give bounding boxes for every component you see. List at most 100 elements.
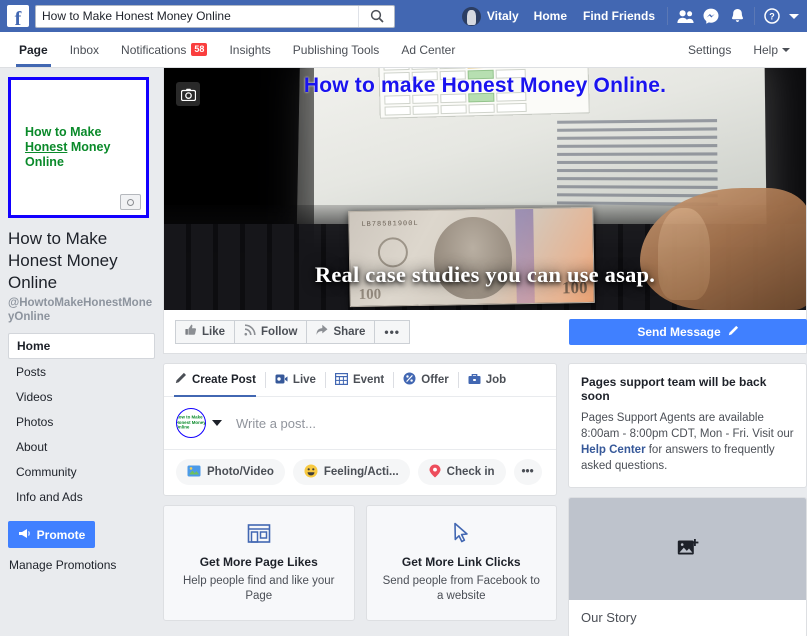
follow-button[interactable]: Follow: [234, 319, 308, 344]
cover-photo-caption-text: Real case studies you can use asap.: [314, 262, 656, 287]
promo-card-title: Get More Page Likes: [199, 555, 318, 569]
sidebar-item-label: Posts: [16, 364, 47, 379]
cover-card: How to make Honest Money Online. LB78581…: [163, 68, 807, 354]
sidebar-item-label: Info and Ads: [16, 489, 83, 504]
page-body: How to Make Honest Money Online How to M…: [0, 68, 807, 636]
account-name-button[interactable]: Vitaly: [455, 4, 526, 28]
account-name-label: Vitaly: [486, 9, 519, 23]
post-composer-card: Create Post Live Event Offer Job How to …: [163, 363, 557, 496]
help-menu-label: Help: [753, 43, 778, 57]
composer-tab-create-post[interactable]: Create Post: [174, 364, 265, 397]
sidebar-item-info-and-ads[interactable]: Info and Ads: [8, 484, 155, 509]
search-icon[interactable]: [358, 5, 394, 27]
help-menu[interactable]: Help: [742, 43, 801, 57]
sidebar-item-community[interactable]: Community: [8, 459, 155, 484]
promote-button[interactable]: Promote: [8, 521, 95, 548]
storefront-icon: [176, 520, 342, 546]
promo-card-subtitle: Help people find and like your Page: [182, 575, 335, 602]
follow-button-label: Follow: [261, 325, 298, 338]
profile-pic-line-1: How to Make: [25, 125, 102, 139]
tab-publishing-tools[interactable]: Publishing Tools: [282, 32, 391, 67]
camera-icon[interactable]: [176, 82, 200, 106]
page-title: How to Make Honest Money Online: [8, 229, 118, 292]
megaphone-icon: [18, 528, 32, 542]
cover-photo-banknote: LB78581900L 100 100: [348, 206, 595, 308]
promo-card-title: Get More Link Clicks: [401, 555, 521, 569]
composer-tab-label: Offer: [421, 374, 449, 386]
our-story-card: Our Story: [568, 497, 807, 636]
chevron-down-icon[interactable]: [212, 420, 222, 426]
manage-promotions-link[interactable]: Manage Promotions: [8, 558, 155, 572]
camera-icon[interactable]: [120, 194, 141, 210]
svg-text:?: ?: [769, 12, 775, 22]
composer-input-row: How to Make Honest Money Online Write a po…: [164, 397, 556, 449]
feed-column: Create Post Live Event Offer Job How to …: [163, 363, 557, 636]
tab-insights[interactable]: Insights: [218, 32, 281, 67]
left-sidebar: How to Make Honest Money Online How to M…: [0, 68, 163, 636]
home-link[interactable]: Home: [526, 4, 575, 28]
live-video-icon: [275, 373, 288, 388]
send-message-label: Send Message: [637, 325, 721, 339]
sidebar-item-label: Community: [16, 464, 77, 479]
tab-notifications[interactable]: Notifications 58: [110, 32, 218, 67]
composer-tab-event[interactable]: Event: [326, 364, 393, 397]
tab-inbox[interactable]: Inbox: [59, 32, 110, 67]
profile-pic-line-2-underlined: Honest: [25, 140, 68, 154]
pencil-icon: [727, 325, 739, 340]
settings-link[interactable]: Settings: [677, 43, 742, 57]
ellipsis-icon: •••: [521, 466, 534, 478]
promo-card-page-likes[interactable]: Get More Page Likes Help people find and…: [163, 505, 355, 621]
facebook-logo-icon[interactable]: f: [7, 5, 29, 29]
more-actions-button[interactable]: •••: [374, 319, 411, 344]
help-center-link[interactable]: Help Center: [581, 444, 646, 456]
tab-ad-center[interactable]: Ad Center: [390, 32, 466, 67]
sidebar-item-label: About: [16, 439, 48, 454]
photo-video-button[interactable]: Photo/Video: [176, 459, 285, 485]
messenger-icon[interactable]: [698, 4, 724, 28]
like-button[interactable]: Like: [175, 319, 236, 344]
sidebar-item-label: Videos: [16, 389, 53, 404]
composer-tab-job[interactable]: Job: [459, 364, 515, 397]
search-bar[interactable]: [35, 4, 395, 28]
composer-tab-label: Job: [485, 374, 507, 386]
top-nav-right-cluster: Vitaly Home Find Friends ?: [455, 0, 803, 32]
sidebar-item-home[interactable]: Home: [8, 333, 155, 359]
notifications-bell-icon[interactable]: [724, 4, 750, 28]
ellipsis-icon: •••: [384, 324, 401, 339]
feeling-activity-button[interactable]: Feeling/Acti...: [292, 459, 410, 485]
account-chevron-down-icon[interactable]: [785, 4, 803, 28]
tab-notifications-label: Notifications: [121, 42, 187, 57]
thumbs-up-icon: [185, 324, 197, 339]
sidebar-item-photos[interactable]: Photos: [8, 409, 155, 434]
find-friends-link[interactable]: Find Friends: [575, 4, 663, 28]
page-profile-picture[interactable]: How to Make Honest Money Online: [8, 77, 149, 218]
sidebar-item-label: Home: [17, 339, 51, 353]
more-composer-options-button[interactable]: •••: [513, 459, 542, 485]
sidebar-item-posts[interactable]: Posts: [8, 359, 155, 384]
composer-tab-offer[interactable]: Offer: [394, 364, 457, 397]
send-message-button[interactable]: Send Message: [569, 319, 807, 345]
help-question-icon[interactable]: ?: [759, 4, 785, 28]
banknote-denomination-left: 100: [358, 286, 382, 303]
feeling-activity-label: Feeling/Acti...: [323, 466, 399, 478]
sidebar-item-about[interactable]: About: [8, 434, 155, 459]
check-in-label: Check in: [446, 466, 495, 478]
promote-button-label: Promote: [36, 527, 86, 542]
chevron-down-icon: [782, 48, 790, 52]
support-card-body: Pages Support Agents are available 8:00a…: [581, 410, 794, 474]
check-in-button[interactable]: Check in: [417, 459, 506, 485]
sidebar-item-videos[interactable]: Videos: [8, 384, 155, 409]
share-arrow-icon: [316, 324, 328, 339]
post-input[interactable]: Write a post...: [230, 416, 544, 431]
content-columns: Create Post Live Event Offer Job How to …: [163, 363, 807, 636]
search-input[interactable]: [36, 5, 358, 27]
promo-card-link-clicks[interactable]: Get More Link Clicks Send people from Fa…: [365, 505, 557, 621]
main-content: How to make Honest Money Online. LB78581…: [163, 68, 807, 636]
tab-page[interactable]: Page: [8, 32, 59, 67]
tab-bar-right-cluster: Settings Help: [677, 32, 801, 68]
share-button[interactable]: Share: [306, 319, 376, 344]
cover-photo[interactable]: How to make Honest Money Online. LB78581…: [164, 68, 806, 310]
friend-requests-icon[interactable]: [672, 4, 698, 28]
story-image-placeholder[interactable]: [569, 498, 806, 600]
composer-tab-live[interactable]: Live: [266, 364, 325, 397]
